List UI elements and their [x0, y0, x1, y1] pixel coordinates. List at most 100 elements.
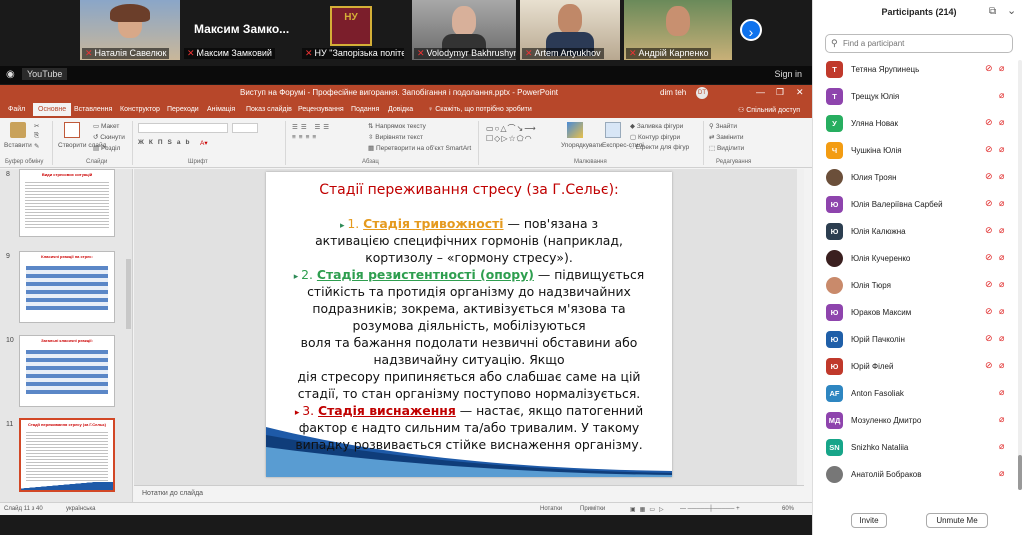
shapes-gallery[interactable]: ▭○△⌒↘⟶ [486, 123, 537, 134]
participant-row[interactable]: Ю Юлія Валеріївна Сарбей ⊘ ⌀ [813, 192, 1017, 219]
notes-pane[interactable]: Нотатки до слайда [134, 485, 804, 501]
video-tile[interactable]: ✕ Андрій Карпенко [624, 0, 732, 60]
quick-styles-icon[interactable] [605, 122, 621, 138]
reset-button[interactable]: ↺ Скинути [93, 133, 125, 141]
gallery-next-button[interactable]: › [740, 19, 762, 41]
notes-toggle[interactable]: Нотатки [540, 506, 562, 512]
ppt-user-name[interactable]: dim teh [660, 88, 686, 97]
participant-row[interactable]: Ю Юрій Пачколін ⊘ ⌀ [813, 327, 1017, 354]
editor-scrollbar[interactable] [797, 169, 804, 485]
tab-transitions[interactable]: Переходи [167, 106, 199, 113]
rss-icon[interactable]: ◉ [6, 69, 15, 80]
participant-row[interactable]: У Уляна Новак ⊘ ⌀ [813, 111, 1017, 138]
participant-row[interactable]: Т Трещук Юлія ⌀ [813, 84, 1017, 111]
maximize-button[interactable]: ❐ [776, 87, 784, 98]
participant-row[interactable]: Ю Юраков Максим ⊘ ⌀ [813, 300, 1017, 327]
youtube-tab[interactable]: YouTube [22, 68, 68, 80]
slide-thumbnails-panel: 8 Види стресових ситуацій 9 Класичні реа… [0, 169, 133, 502]
participant-row[interactable]: Ч Чушкіна Юлія ⊘ ⌀ [813, 138, 1017, 165]
tab-home[interactable]: Основне [33, 103, 72, 116]
copy-icon[interactable]: ⎘ [34, 132, 39, 140]
minimize-button[interactable]: — [756, 87, 765, 97]
sign-in-link[interactable]: Sign in [774, 69, 802, 79]
invite-button[interactable]: Invite [851, 513, 887, 528]
participant-row[interactable]: МД Мозуленко Дмитро ⌀ [813, 408, 1017, 435]
view-buttons[interactable]: ▣▦▭▷ [630, 506, 668, 513]
tab-design[interactable]: Конструктор [120, 106, 160, 113]
avatar: Ю [826, 223, 843, 240]
tab-help[interactable]: Довідка [388, 106, 413, 113]
tell-me-search[interactable]: ♀ Скажіть, що потрібно зробити [428, 106, 532, 113]
participants-scrollbar[interactable] [1018, 60, 1022, 490]
video-tile[interactable]: ✕ Volodymyr Bakhrushyn [412, 0, 516, 60]
slide-thumbnail-selected[interactable]: Стадії переживання стресу (за Г.Сельє) [19, 418, 115, 492]
cut-icon[interactable]: ✂ [34, 122, 39, 130]
video-tile[interactable]: НУ ✕ НУ "Запорізька політе... [300, 0, 404, 60]
participant-row[interactable]: SN Snizhko Nataliia ⌀ [813, 435, 1017, 462]
shape-outline-button[interactable]: ▢ Контур фігури [630, 133, 680, 141]
section-button[interactable]: ▤ Розділ [93, 144, 120, 152]
slide-thumbnail[interactable]: Класичні реакції на стрес: [19, 251, 115, 323]
language-indicator[interactable]: українська [66, 506, 96, 512]
popout-icon[interactable]: ⧉ [989, 6, 996, 17]
avatar[interactable]: DT [696, 87, 708, 99]
font-color-icon[interactable]: A▾ [200, 139, 208, 147]
comments-toggle[interactable]: Примітки [580, 506, 605, 512]
close-button[interactable]: ✕ [796, 87, 804, 98]
avatar: AF [826, 385, 843, 402]
participant-search[interactable]: ⚲ [825, 34, 1013, 53]
slide-thumbnail[interactable]: Види стресових ситуацій [19, 169, 115, 237]
tab-review[interactable]: Рецензування [298, 106, 344, 113]
search-input[interactable] [843, 37, 1008, 50]
format-painter-icon[interactable]: ✎ [34, 142, 39, 150]
participant-row[interactable]: AF Anton Fasoliak ⌀ [813, 381, 1017, 408]
video-tile[interactable]: Максим Замко... ✕ Максим Замковий [182, 0, 292, 60]
paste-button[interactable]: Вставити [4, 142, 32, 149]
layout-button[interactable]: ▭ Макет [93, 122, 119, 130]
smartart-button[interactable]: ▦ Перетворити на об'єкт SmartArt [368, 144, 471, 152]
current-slide[interactable]: Стадії переживання стресу (за Г.Сельє): … [266, 172, 672, 477]
share-button[interactable]: ⚇ Спільний доступ [738, 106, 800, 114]
alignment-icon[interactable]: ≡≡≡≡ [292, 134, 319, 141]
participant-row[interactable]: Юлія Тюря ⊘ ⌀ [813, 273, 1017, 300]
align-text-button[interactable]: ⇳ Вирівняти текст [368, 133, 423, 141]
minimize-icon[interactable]: ⌄ [1007, 4, 1016, 17]
select-button[interactable]: ⬚ Виділити [709, 144, 744, 152]
tab-insert[interactable]: Вставлення [74, 106, 112, 113]
video-off-icon: ⊘ [985, 198, 993, 208]
tab-file[interactable]: Файл [8, 106, 25, 113]
replace-button[interactable]: ⇄ Замінити [709, 133, 744, 141]
bullets-icon[interactable]: ☰☰ ☰☰ [292, 123, 332, 131]
font-name-select[interactable] [138, 123, 228, 133]
participant-row[interactable]: Ю Юлія Калюжна ⊘ ⌀ [813, 219, 1017, 246]
font-format-buttons[interactable]: ЖКПSab [138, 139, 194, 146]
participant-row[interactable]: Юлия Троян ⊘ ⌀ [813, 165, 1017, 192]
video-tile[interactable]: ✕ Наталія Савелюк [80, 0, 180, 60]
participant-row[interactable]: Анатолій Бобраков ⌀ [813, 462, 1017, 489]
slide-thumbnail[interactable]: Загальні класичні реакції: [19, 335, 115, 407]
slide-line: стадії, то стан організму поступово норм… [297, 386, 641, 401]
participant-row[interactable]: Т Тетяна Ярупинець ⊘ ⌀ [813, 57, 1017, 84]
slide-line: стійкість та протидія організму до надзв… [307, 284, 631, 299]
tab-animations[interactable]: Анімація [207, 106, 235, 113]
video-tile[interactable]: ✕ Artem Artyukhov [520, 0, 620, 60]
shape-effects-button[interactable]: ◌ Ефекти для фігур [630, 144, 689, 151]
find-button[interactable]: ⚲ Знайти [709, 122, 737, 130]
unmute-me-button[interactable]: Unmute Me [926, 513, 988, 528]
text-direction-button[interactable]: ⇅ Напрямок тексту [368, 122, 426, 130]
paste-icon[interactable] [10, 122, 26, 138]
mic-muted-icon: ⌀ [999, 333, 1005, 343]
tab-slideshow[interactable]: Показ слайдів [246, 106, 292, 113]
thumbnails-scrollbar[interactable] [126, 259, 131, 329]
new-slide-icon[interactable] [64, 122, 80, 138]
avatar: Ю [826, 196, 843, 213]
font-size-select[interactable] [232, 123, 258, 133]
shape-fill-button[interactable]: ◆ Заливка фігури [630, 122, 683, 130]
tab-view[interactable]: Подання [351, 106, 379, 113]
arrange-button[interactable]: Упорядкувати [561, 142, 602, 149]
participant-row[interactable]: Ю Юрій Філей ⊘ ⌀ [813, 354, 1017, 381]
arrange-icon[interactable] [567, 122, 583, 138]
participant-row[interactable]: Юлія Кучеренко ⊘ ⌀ [813, 246, 1017, 273]
zoom-slider[interactable]: — ─────┼───── + [680, 506, 740, 512]
zoom-level[interactable]: 60% [782, 506, 794, 512]
